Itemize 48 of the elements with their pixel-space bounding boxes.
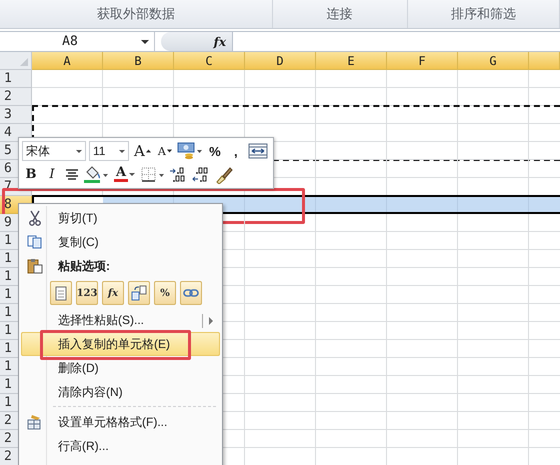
corner-triangle-icon xyxy=(20,58,28,66)
column-header[interactable]: G xyxy=(458,52,529,70)
column-header[interactable]: D xyxy=(245,52,316,70)
transpose-icon xyxy=(131,285,147,301)
grow-font-button[interactable]: A xyxy=(132,140,153,162)
dropdown-field[interactable]: 11 xyxy=(89,141,129,162)
paste-option-button[interactable] xyxy=(128,281,150,305)
link-icon xyxy=(183,288,199,298)
dropdown-arrow-icon xyxy=(140,38,150,44)
paste-values-button[interactable]: 123 xyxy=(76,281,98,305)
row-header[interactable]: 1 xyxy=(0,70,32,88)
document-icon xyxy=(55,286,67,300)
paste-formatting-button[interactable]: % xyxy=(154,281,176,305)
font-color-button[interactable]: A xyxy=(112,164,137,186)
up-triangle-icon xyxy=(146,149,151,154)
paste-formulas-button[interactable]: fx xyxy=(102,281,124,305)
align-center-icon[interactable] xyxy=(64,166,80,183)
name-box[interactable]: A8 xyxy=(0,32,155,51)
column-header[interactable]: E xyxy=(316,52,387,70)
column-header[interactable]: A xyxy=(32,52,103,70)
ribbon-group-label: 连接 xyxy=(326,5,353,23)
paste-link-button[interactable] xyxy=(180,281,202,305)
dropdown-field[interactable]: 宋体 xyxy=(22,141,86,162)
column-header[interactable]: F xyxy=(387,52,458,70)
row-header[interactable]: 3 xyxy=(0,106,32,124)
italic-button[interactable]: I xyxy=(43,164,61,186)
paintbrush-icon[interactable] xyxy=(215,166,233,184)
copy-icon xyxy=(27,235,43,249)
down-triangle-icon xyxy=(166,149,172,154)
insert-function-button[interactable]: fx xyxy=(161,32,233,51)
borders-icon[interactable] xyxy=(140,166,166,184)
merge-cells-icon[interactable] xyxy=(248,142,268,160)
row-header[interactable]: 2 xyxy=(0,88,32,106)
clipboard-icon xyxy=(27,258,43,274)
ribbon-group-label: 获取外部数据 xyxy=(96,5,175,23)
money-icon[interactable] xyxy=(176,142,203,160)
shrink-font-button[interactable]: A xyxy=(156,140,174,162)
dropdown-arrow-icon xyxy=(76,150,82,153)
paste-option-button[interactable] xyxy=(50,281,72,305)
dropdown-arrow-icon xyxy=(119,150,125,153)
column-header[interactable]: B xyxy=(103,52,174,70)
paint-bucket-icon[interactable] xyxy=(83,166,109,184)
scissors-icon xyxy=(28,210,42,226)
format-button[interactable]: % xyxy=(206,140,224,162)
ribbon-group-label: 排序和筛选 xyxy=(450,5,516,23)
format-button[interactable]: , xyxy=(226,140,245,162)
column-header[interactable]: C xyxy=(174,52,245,70)
menu-section-heading: 粘贴选项: xyxy=(58,258,110,274)
